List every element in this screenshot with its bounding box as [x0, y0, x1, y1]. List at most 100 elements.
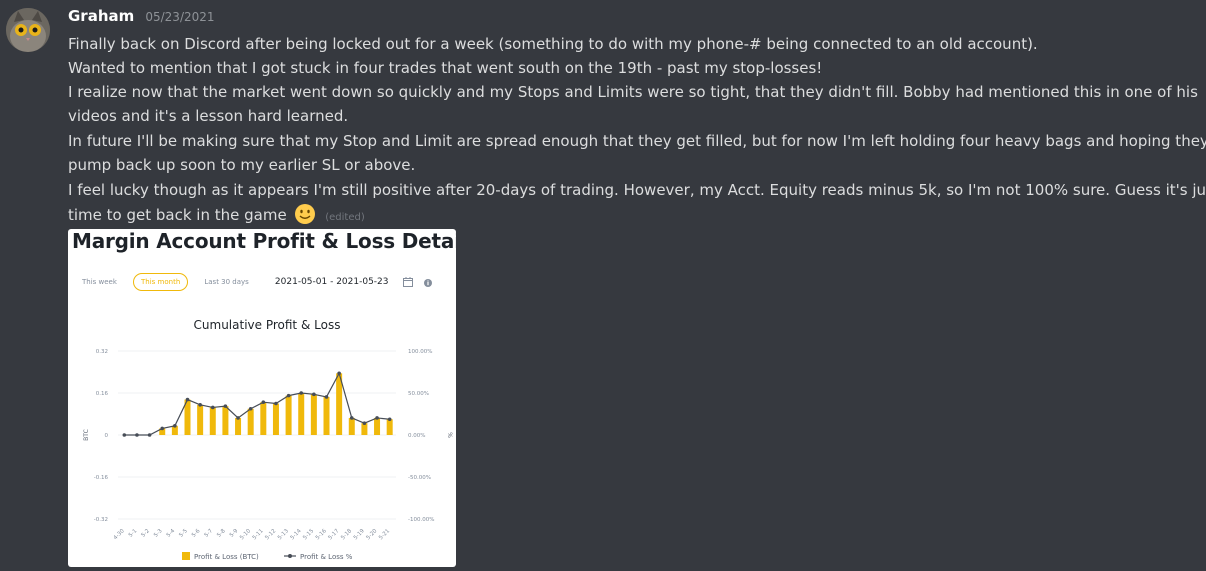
bar	[323, 396, 330, 435]
x-tick-label: 5-15	[302, 528, 315, 541]
line-point	[375, 416, 379, 420]
x-tick-label: 4-30	[113, 528, 126, 541]
bar	[272, 403, 279, 435]
message-line: Finally back on Discord after being lock…	[68, 35, 1038, 53]
bar	[209, 407, 216, 435]
line-point	[349, 416, 354, 420]
y-tick-label-left: -0.32	[94, 517, 108, 523]
y-tick-label-left: 0	[105, 433, 109, 439]
line-point	[274, 401, 278, 406]
cat-avatar-icon	[6, 8, 50, 52]
line-point	[135, 433, 139, 437]
x-tick-label: 5-10	[239, 528, 252, 541]
message-line: Wanted to mention that I got stuck in fo…	[68, 59, 823, 77]
x-tick-label: 5-5	[178, 528, 189, 539]
line-point	[160, 426, 165, 431]
x-tick-label: 5-20	[365, 528, 378, 541]
message-line: In future I'll be making sure that my St…	[68, 132, 1206, 150]
info-icon[interactable]	[423, 272, 432, 291]
legend-swatch-dot	[288, 554, 292, 558]
bar	[348, 417, 355, 435]
line-point	[362, 421, 367, 425]
bar	[260, 402, 267, 435]
x-tick-label: 5-21	[378, 528, 391, 541]
avatar[interactable]	[6, 8, 50, 52]
bar	[247, 408, 254, 435]
line-point	[286, 393, 291, 398]
x-tick-label: 5-8	[216, 528, 227, 539]
period-tabs: This week This month Last 30 days 2021-0…	[74, 271, 432, 291]
image-attachment[interactable]: Margin Account Profit & Loss Details Thi…	[68, 229, 456, 567]
author-name[interactable]: Graham	[68, 7, 134, 25]
y-tick-label-left: 0.16	[96, 391, 109, 397]
line-point	[387, 417, 392, 422]
x-tick-label: 5-1	[128, 528, 139, 539]
message-last-line: time to get back in the game (edited)	[68, 203, 365, 230]
x-tick-label: 5-14	[290, 528, 303, 541]
bar	[197, 404, 204, 435]
tab-last-30-days[interactable]: Last 30 days	[196, 273, 256, 291]
line-point	[299, 391, 304, 395]
bar	[285, 395, 292, 435]
x-tick-label: 5-18	[340, 528, 353, 541]
slightly-smiling-face-icon[interactable]	[294, 203, 316, 225]
attachment-title: Margin Account Profit & Loss Details	[72, 229, 456, 253]
y-tick-label-right: -50.00%	[408, 475, 431, 481]
y-axis-label-left: BTC	[83, 429, 90, 441]
x-tick-label: 5-4	[166, 528, 177, 539]
y-tick-label-right: -100.00%	[408, 517, 434, 523]
y-axis-label-right: %	[446, 432, 453, 438]
x-tick-label: 5-12	[264, 528, 277, 541]
x-tick-label: 5-6	[191, 528, 202, 539]
line-point	[324, 395, 329, 399]
line-point	[248, 406, 253, 411]
y-tick-label-left: 0.32	[96, 349, 108, 355]
line-point	[236, 416, 240, 420]
message-line: pump back up soon to my earlier SL or ab…	[68, 156, 416, 174]
x-tick-label: 5-7	[204, 528, 215, 539]
date-range[interactable]: 2021-05-01 - 2021-05-23	[275, 277, 389, 287]
bar	[310, 394, 317, 435]
edited-label: (edited)	[325, 212, 365, 223]
x-tick-label: 5-3	[153, 528, 164, 539]
x-tick-label: 5-16	[315, 528, 328, 541]
line-point	[147, 433, 152, 437]
bar	[222, 406, 229, 435]
tab-this-month[interactable]: This month	[133, 272, 189, 291]
y-tick-label-right: 50.00%	[408, 391, 429, 397]
legend-bar-label: Profit & Loss (BTC)	[194, 553, 259, 561]
x-tick-label: 5-11	[252, 528, 265, 541]
line-point	[173, 424, 177, 428]
x-tick-label: 5-19	[353, 528, 366, 541]
bar	[374, 417, 381, 435]
bar	[386, 419, 393, 435]
bar	[298, 393, 305, 435]
x-tick-label: 5-2	[140, 528, 151, 539]
message-line: I feel lucky though as it appears I'm st…	[68, 181, 1206, 199]
chart-legend: Profit & Loss (BTC) Profit & Loss %	[182, 552, 353, 561]
tab-this-week[interactable]: This week	[74, 273, 125, 291]
calendar-icon[interactable]	[402, 272, 413, 291]
message-timestamp[interactable]: 05/23/2021	[145, 10, 214, 24]
line-point	[210, 405, 215, 410]
x-tick-label: 5-17	[327, 528, 340, 541]
bar	[235, 417, 242, 435]
message-line: I realize now that the market went down …	[68, 83, 1198, 101]
message-line: time to get back in the game	[68, 206, 287, 224]
line-point	[337, 371, 341, 376]
y-tick-label-left: -0.16	[94, 475, 109, 481]
chart-title: Cumulative Profit & Loss	[194, 318, 341, 332]
y-tick-label-right: 0.00%	[408, 433, 425, 439]
legend-line-label: Profit & Loss %	[300, 553, 353, 561]
line-point	[312, 392, 316, 397]
legend-swatch-bar	[182, 552, 190, 560]
line-point	[185, 397, 190, 402]
message-line: videos and it's a lesson hard learned.	[68, 107, 349, 125]
x-tick-label: 5-13	[277, 528, 290, 541]
message-header: Graham 05/23/2021	[68, 6, 215, 28]
line-point	[261, 400, 266, 404]
line-point	[198, 403, 202, 407]
line-point	[122, 433, 127, 437]
line-point	[223, 404, 228, 408]
y-tick-label-right: 100.00%	[408, 349, 432, 355]
